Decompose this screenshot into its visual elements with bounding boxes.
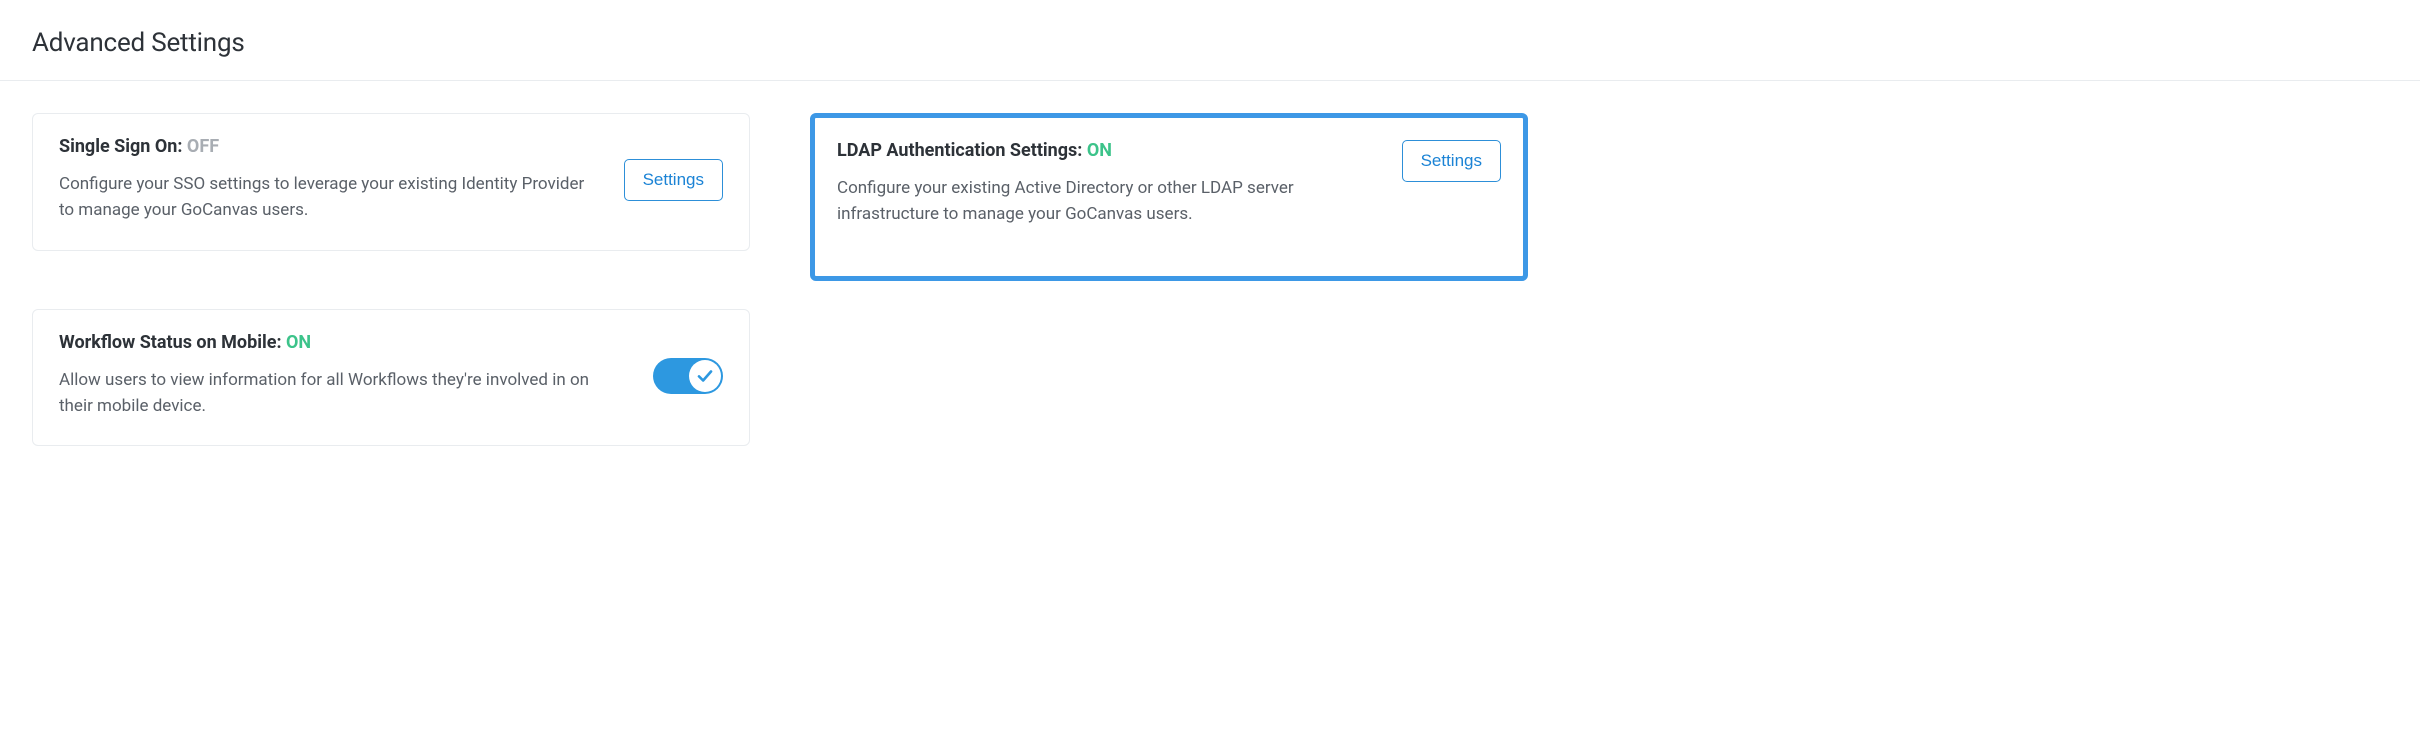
settings-cards-grid: Single Sign On: OFF Configure your SSO s… (0, 81, 1560, 478)
card-sso-status: OFF (187, 136, 219, 157)
card-sso-description: Configure your SSO settings to leverage … (59, 171, 599, 224)
page-title: Advanced Settings (32, 28, 2388, 58)
card-workflow-action (653, 358, 723, 394)
sso-settings-button[interactable]: Settings (624, 159, 723, 201)
card-sso-title-prefix: Single Sign On: (59, 136, 187, 157)
card-sso-action: Settings (624, 159, 723, 201)
workflow-toggle-knob (689, 360, 721, 392)
card-workflow: Workflow Status on Mobile: ON Allow user… (32, 309, 750, 447)
card-ldap-title-prefix: LDAP Authentication Settings: (837, 140, 1087, 161)
card-workflow-main: Workflow Status on Mobile: ON Allow user… (59, 332, 629, 420)
workflow-toggle[interactable] (653, 358, 723, 394)
card-sso-main: Single Sign On: OFF Configure your SSO s… (59, 136, 600, 224)
card-ldap-description: Configure your existing Active Directory… (837, 175, 1377, 228)
ldap-settings-button[interactable]: Settings (1402, 140, 1501, 182)
page-header: Advanced Settings (0, 0, 2420, 81)
card-sso: Single Sign On: OFF Configure your SSO s… (32, 113, 750, 251)
card-ldap-title: LDAP Authentication Settings: ON (837, 140, 1378, 161)
check-icon (696, 367, 714, 385)
card-workflow-status: ON (286, 332, 311, 353)
card-workflow-title: Workflow Status on Mobile: ON (59, 332, 629, 353)
card-ldap-main: LDAP Authentication Settings: ON Configu… (837, 140, 1378, 228)
card-ldap-action: Settings (1402, 140, 1501, 182)
card-workflow-title-prefix: Workflow Status on Mobile: (59, 332, 286, 353)
card-workflow-description: Allow users to view information for all … (59, 367, 599, 420)
card-ldap: LDAP Authentication Settings: ON Configu… (810, 113, 1528, 281)
card-sso-title: Single Sign On: OFF (59, 136, 600, 157)
card-ldap-status: ON (1087, 140, 1112, 161)
